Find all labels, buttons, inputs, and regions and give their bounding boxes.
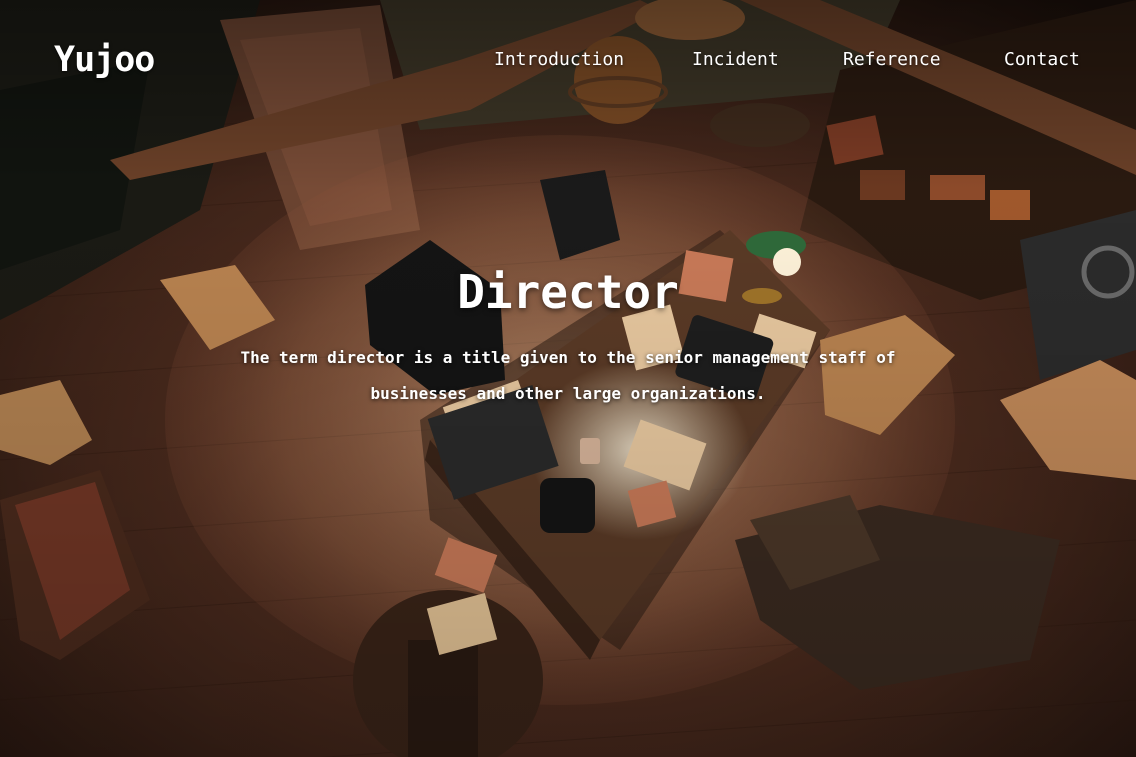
nav-contact[interactable]: Contact [1004,46,1080,74]
nav-incident[interactable]: Incident [692,46,779,74]
hero-description: The term director is a title given to th… [240,348,896,403]
nav-reference[interactable]: Reference [843,46,941,74]
brand-logo[interactable]: Yujoo [54,38,155,82]
nav-introduction[interactable]: Introduction [494,46,624,74]
hero-title: Director [457,265,679,319]
